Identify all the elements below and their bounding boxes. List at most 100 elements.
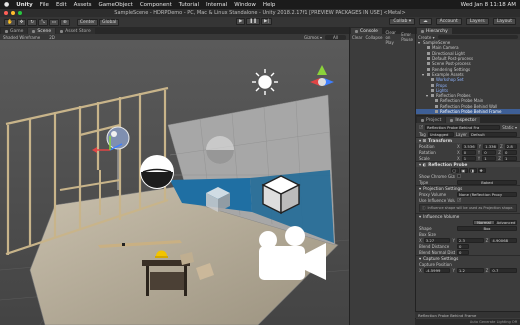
type-dropdown[interactable]: Baked [457,179,517,185]
hand-tool-icon[interactable]: ✋ [4,18,16,26]
pivot-toggle[interactable]: Center [76,18,98,26]
scale-x-field[interactable]: 1 [461,155,476,161]
rect-tool-icon[interactable]: ▭ [48,18,60,26]
main-toolbar: ✋ ✥ ↻ ⤡ ▭ ⊕ Center Global ▶ ❚❚ ▶| Collab… [0,17,520,27]
edit-blend-button[interactable]: ▣ [459,167,468,173]
edit-influence-button[interactable]: ▢ [450,167,459,173]
menu-tutorial[interactable]: Tutorial [179,2,199,8]
menu-edit[interactable]: Edit [56,2,67,8]
reflection-probe-icon[interactable] [140,155,174,189]
close-window-button[interactable] [4,11,8,15]
scene-search-input[interactable]: All [325,34,346,40]
rotation-y-field[interactable]: 0 [482,149,497,155]
collab-dropdown[interactable]: Collab ▾ [389,18,416,25]
console-clear-on-play-button[interactable]: Clear on Play [385,30,398,45]
cloud-icon[interactable]: ☁ [419,18,432,25]
menu-app-name[interactable]: Unity [16,2,32,8]
console-clear-button[interactable]: Clear [352,35,362,40]
box-size-values-row: X 3.27 Y 2.3 Z 4.90068 [416,237,520,243]
shape-dropdown[interactable]: Box [457,225,517,231]
tab-hierarchy[interactable]: Hierarchy [417,28,452,34]
console-collapse-button[interactable]: Collapse [365,35,382,40]
position-x-field[interactable]: 3.536 [461,143,477,149]
lighting-status-text: Auto Generate Lighting Off [469,320,517,324]
capture-settings-title: Capture Settings [423,256,459,261]
hierarchy-create-button[interactable]: Create ▾ [418,35,435,40]
use-influence-checkbox[interactable] [457,197,461,202]
space-toggle[interactable]: Global [98,18,120,26]
apple-icon[interactable]: ● [4,1,9,8]
capture-position-y-field[interactable]: 1.2 [456,267,484,273]
rotation-x-field[interactable]: 0 [461,149,476,155]
edit-capture-button[interactable]: ✥ [477,167,486,173]
menu-internal[interactable]: Internal [206,2,227,8]
tab-hierarchy-label: Hierarchy [426,28,448,34]
tab-project[interactable]: Project [417,117,446,123]
2d-toggle[interactable]: 2D [49,35,55,40]
scale-z-field[interactable]: 1 [502,155,517,161]
scale-tool-icon[interactable]: ⤡ [38,18,48,26]
foldout-icon[interactable]: ▾ [426,93,429,98]
menu-file[interactable]: File [40,2,49,8]
reflection-probe-icon[interactable] [206,136,234,164]
blend-normal-field[interactable]: 0 [457,249,469,255]
show-chrome-gizmo-checkbox[interactable] [457,174,461,178]
minimize-window-button[interactable] [11,11,15,15]
tab-console[interactable]: Console [351,28,382,34]
show-chrome-gizmo-label: Show Chrome Gizmo [419,173,455,179]
position-z-field[interactable]: 2.8 [504,143,517,149]
move-tool-icon[interactable]: ✥ [16,18,27,26]
blend-distance-field[interactable]: 0 [457,243,469,249]
layers-dropdown[interactable]: Layers [465,18,489,25]
box-size-x-field[interactable]: 3.27 [423,237,451,243]
capture-position-x-field[interactable]: -4.5999 [423,267,451,273]
blend-distance-label: Blend Distance [419,243,450,249]
shading-mode-dropdown[interactable]: Shaded Wireframe [3,35,40,40]
hierarchy-search-input[interactable] [437,35,518,39]
menu-component[interactable]: Component [140,2,172,8]
play-icon[interactable]: ▶ [236,18,246,25]
hierarchy-item[interactable]: Reflection Probe Behind Frame [416,108,520,115]
tag-dropdown[interactable]: Untagged [427,131,454,137]
edit-normal-button[interactable]: ◨ [468,167,477,173]
hierarchy-item-label: Props [436,82,447,88]
zoom-window-button[interactable] [18,11,22,15]
console-error-pause-button[interactable]: Error Pause [401,32,413,42]
object-name-field[interactable]: Reflection Probe Behind Fra [425,124,501,130]
scale-y-field[interactable]: 1 [482,155,497,161]
advanced-mode-button[interactable]: Advanced [495,219,517,225]
box-size-y-field[interactable]: 2.3 [456,237,484,243]
step-icon[interactable]: ▶| [261,18,272,25]
gameobject-icon [427,62,430,66]
layout-dropdown[interactable]: Layout [492,18,516,25]
gameobject-icon [435,104,438,108]
tab-inspector[interactable]: Inspector [446,117,481,123]
light-probe-icon[interactable] [261,175,301,215]
pause-icon[interactable]: ❚❚ [246,18,261,25]
hierarchy-item-label: Default Post-process [432,56,474,62]
capture-position-z-field[interactable]: 0.7 [490,267,518,273]
menu-gameobject[interactable]: GameObject [99,2,133,8]
transform-tool-icon[interactable]: ⊕ [60,18,70,26]
tab-inspector-label: Inspector [455,117,477,123]
gameobject-icon [427,46,430,50]
position-y-field[interactable]: 1.336 [483,143,498,149]
static-dropdown[interactable]: Static ▾ [502,125,517,130]
object-active-checkbox[interactable] [419,124,423,129]
proxy-volume-field[interactable]: None (Reflection Proxy [457,191,517,197]
box-size-z-field[interactable]: 4.90068 [490,237,518,243]
account-dropdown[interactable]: Account [435,18,462,25]
menu-window[interactable]: Window [234,2,256,8]
scene-viewport[interactable] [0,40,349,325]
layer-dropdown[interactable]: Default [468,131,517,137]
menu-help[interactable]: Help [263,2,276,8]
foldout-icon[interactable]: ▾ [422,72,425,77]
console-panel: Console Clear Collapse Clear on Play Err… [349,27,415,325]
position-row: Position X 3.536 Y 1.336 Z 2.8 [416,143,520,149]
menu-assets[interactable]: Assets [74,2,92,8]
normal-mode-button[interactable]: Normal [473,219,495,225]
gizmos-dropdown[interactable]: Gizmos ▾ [304,35,322,40]
rotate-tool-icon[interactable]: ↻ [27,18,38,26]
rotation-z-field[interactable]: 0 [502,149,517,155]
foldout-icon[interactable]: ▾ [418,40,421,45]
